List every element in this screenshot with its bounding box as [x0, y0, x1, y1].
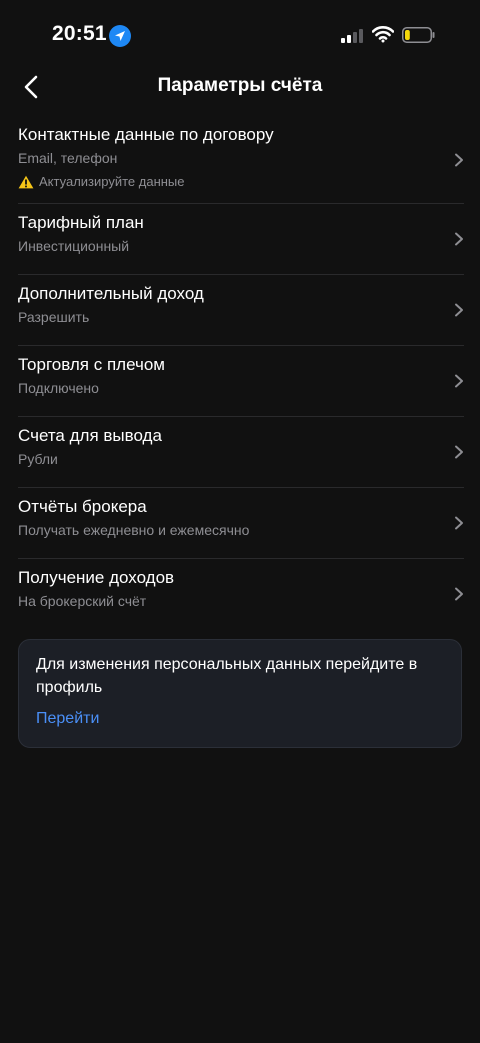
settings-item-title: Получение доходов [18, 568, 175, 587]
chevron-right-icon [455, 516, 463, 530]
battery-icon [402, 27, 435, 43]
profile-info-card: Для изменения персональных данных перейд… [18, 639, 462, 748]
settings-item-title: Счета для вывода [18, 426, 162, 445]
location-arrow-icon [109, 25, 131, 47]
chevron-right-icon [455, 232, 463, 246]
settings-item-subtitle: Рубли [18, 451, 58, 467]
settings-item-title: Торговля с плечом [18, 355, 165, 374]
settings-item-additional-income[interactable]: Дополнительный доход Разрешить [18, 275, 464, 346]
nav-header: Параметры счёта [0, 60, 480, 112]
settings-item-title: Контактные данные по договору [18, 125, 274, 144]
settings-item-title: Тарифный план [18, 213, 144, 232]
settings-list: Контактные данные по договору Email, тел… [0, 116, 480, 629]
settings-item-title: Дополнительный доход [18, 284, 204, 303]
settings-item-subtitle: Разрешить [18, 309, 90, 325]
settings-item-broker-reports[interactable]: Отчёты брокера Получать ежедневно и ежем… [18, 488, 464, 559]
go-to-profile-link[interactable]: Перейти [36, 710, 99, 728]
settings-item-margin-trading[interactable]: Торговля с плечом Подключено [18, 346, 464, 417]
settings-item-subtitle: Подключено [18, 380, 99, 396]
chevron-right-icon [455, 374, 463, 388]
wifi-icon [372, 26, 394, 43]
settings-item-subtitle: На брокерский счёт [18, 593, 147, 609]
warning-icon [18, 175, 34, 188]
settings-item-subtitle: Инвестиционный [18, 238, 130, 254]
settings-item-subtitle: Получать ежедневно и ежемесячно [18, 522, 250, 538]
status-time: 20:51 [52, 22, 107, 45]
settings-item-withdrawal-accounts[interactable]: Счета для вывода Рубли [18, 417, 464, 488]
settings-item-title: Отчёты брокера [18, 497, 147, 516]
chevron-right-icon [455, 153, 463, 166]
page-title: Параметры счёта [157, 75, 323, 96]
settings-item-contact-data[interactable]: Контактные данные по договору Email, тел… [18, 116, 464, 204]
chevron-right-icon [455, 303, 463, 317]
settings-item-subtitle: Email, телефон [18, 150, 118, 166]
settings-item-income-receipt[interactable]: Получение доходов На брокерский счёт [18, 559, 464, 629]
info-card-text: Для изменения персональных данных перейд… [36, 656, 418, 696]
chevron-right-icon [455, 587, 463, 601]
cellular-signal-icon [341, 29, 363, 43]
warning-notice: Актуализируйте данные [18, 174, 185, 189]
chevron-right-icon [455, 445, 463, 459]
settings-item-tariff-plan[interactable]: Тарифный план Инвестиционный [18, 204, 464, 275]
warning-text: Актуализируйте данные [39, 174, 185, 189]
